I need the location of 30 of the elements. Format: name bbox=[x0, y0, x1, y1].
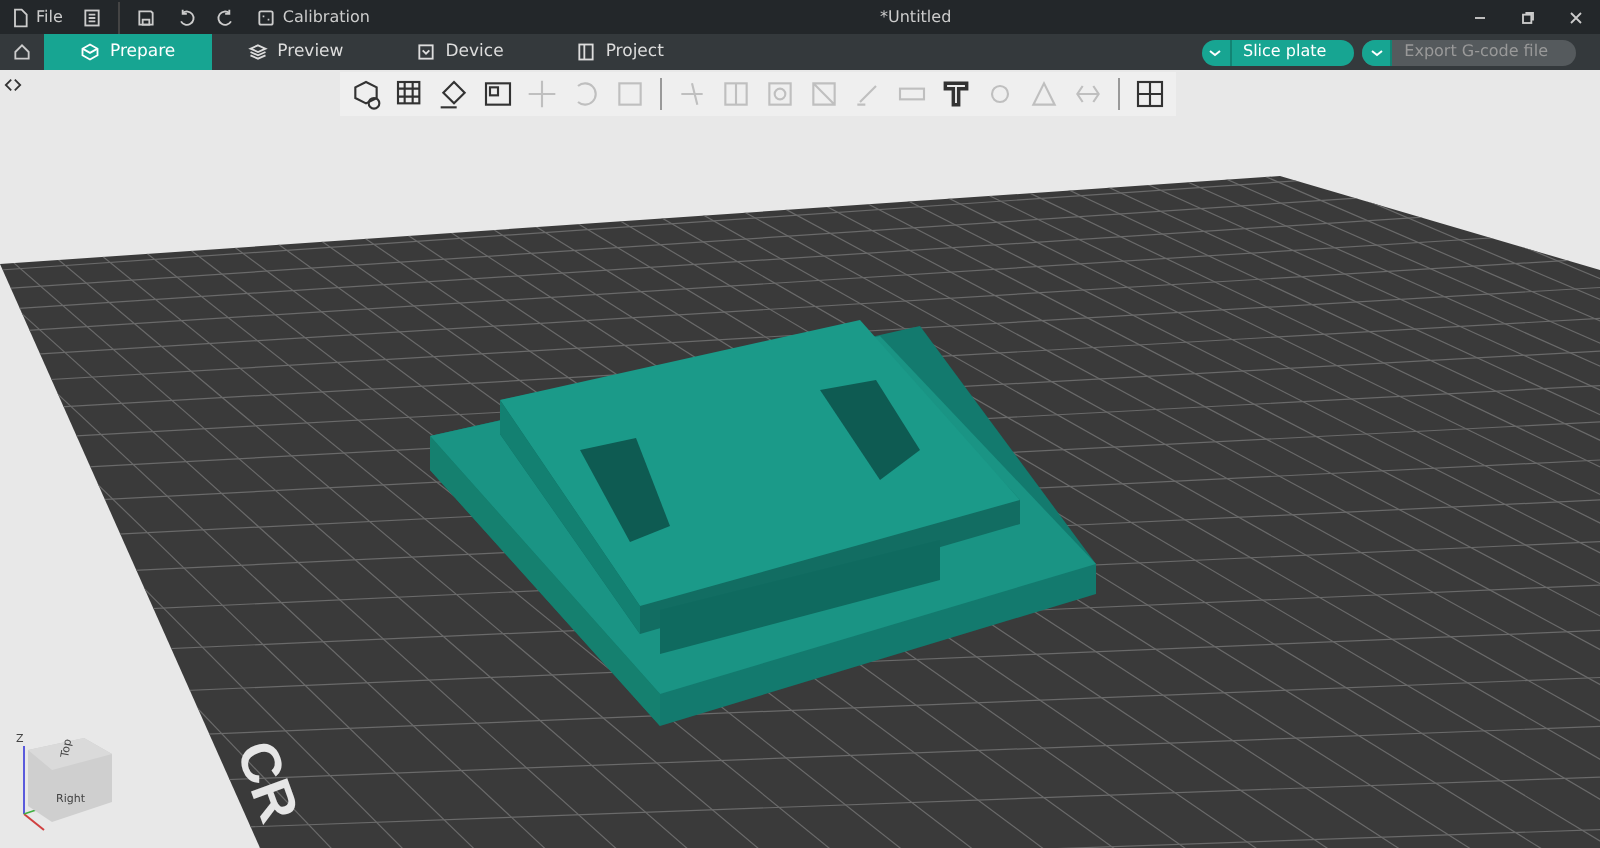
document-icon bbox=[10, 7, 30, 27]
plate-logo: CR bbox=[224, 732, 311, 831]
cube-add-icon bbox=[350, 78, 382, 110]
close-icon bbox=[1566, 7, 1586, 27]
printer-icon bbox=[415, 42, 436, 62]
collapse-icon[interactable] bbox=[4, 76, 22, 95]
redo-icon bbox=[216, 7, 237, 27]
window-title: *Untitled bbox=[880, 6, 952, 30]
layers-icon bbox=[247, 42, 268, 62]
save-icon bbox=[136, 7, 157, 27]
tab[interactable]: Device bbox=[379, 34, 540, 70]
home-icon bbox=[12, 42, 32, 62]
chevron-icon bbox=[1369, 47, 1384, 57]
grid-add-icon bbox=[394, 78, 426, 110]
undo-icon bbox=[176, 7, 197, 27]
notes-icon bbox=[82, 7, 103, 27]
orient-icon bbox=[438, 78, 470, 110]
box-icon bbox=[80, 42, 100, 62]
restore-icon bbox=[1518, 7, 1538, 27]
tab[interactable]: Preview bbox=[211, 34, 380, 70]
book-icon bbox=[575, 42, 596, 62]
scale-icon bbox=[614, 78, 646, 110]
text-icon bbox=[940, 78, 972, 110]
calibration-icon bbox=[256, 7, 277, 27]
chevron-icon bbox=[1208, 47, 1222, 57]
tab[interactable]: Project bbox=[539, 34, 700, 70]
calibration-menu[interactable]: Calibration bbox=[246, 0, 380, 34]
file-menu[interactable]: File bbox=[0, 0, 73, 34]
arrange-icon bbox=[482, 78, 514, 110]
move-icon bbox=[526, 78, 558, 110]
